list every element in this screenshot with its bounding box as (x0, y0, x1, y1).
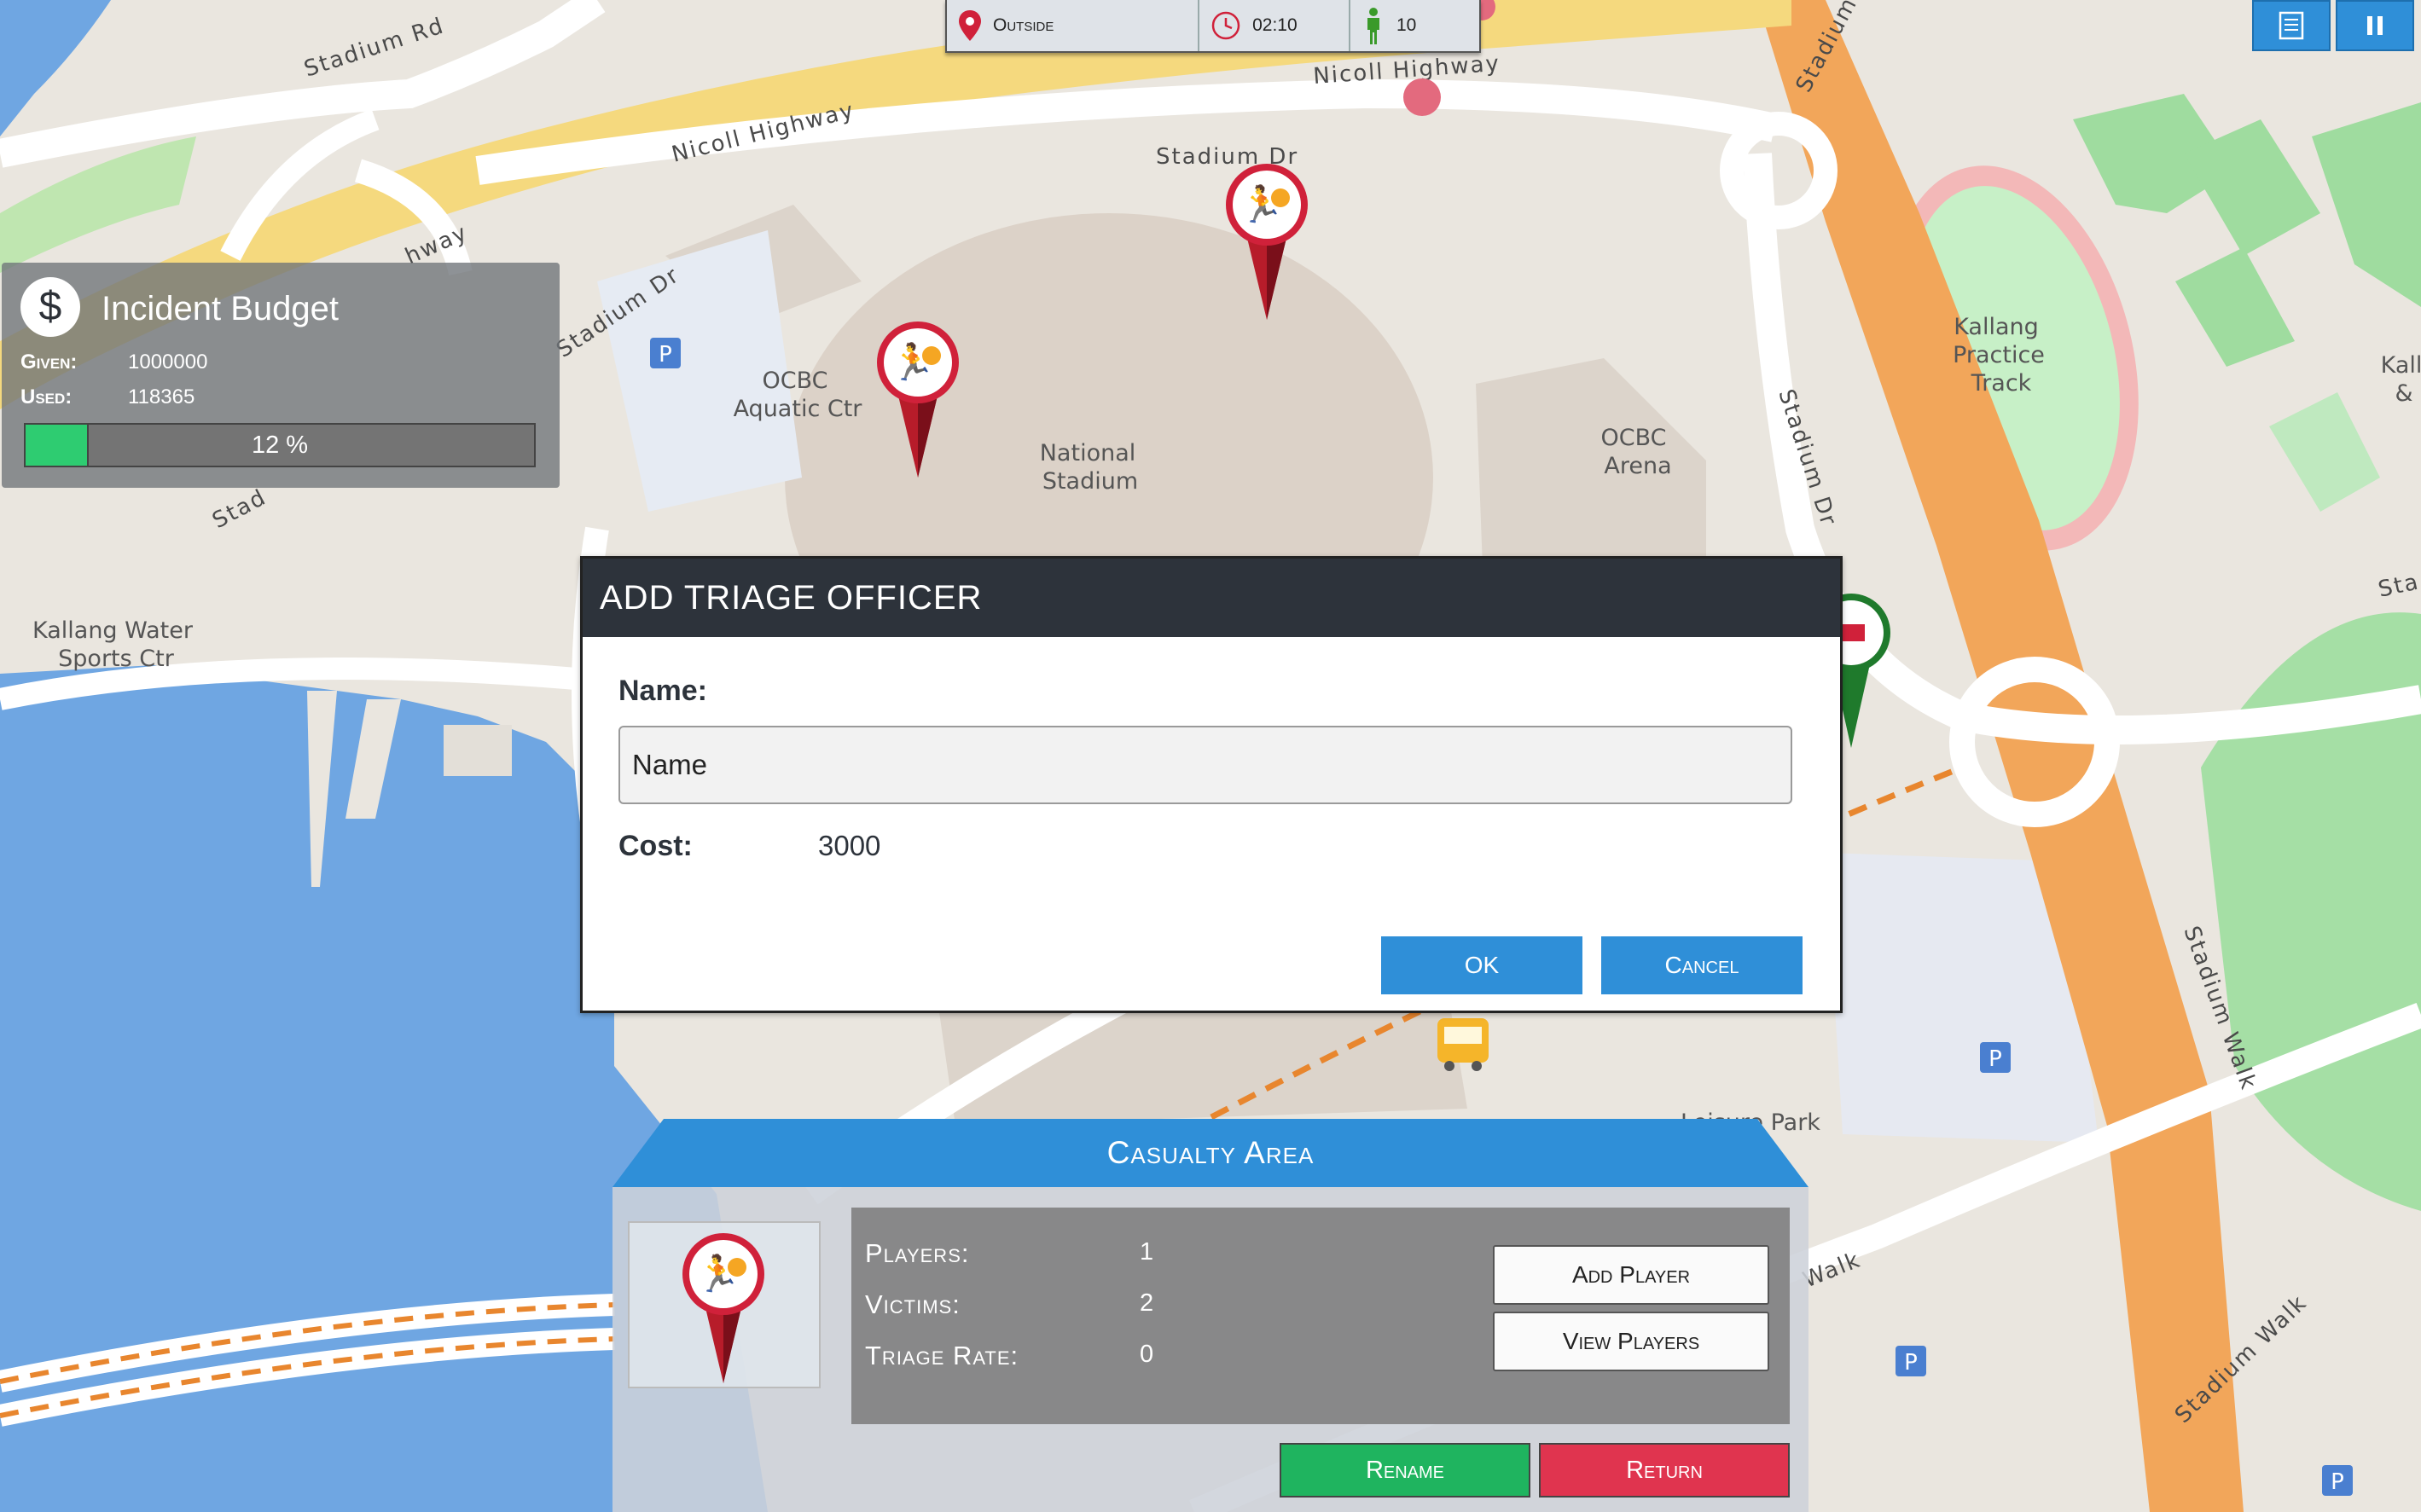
casualty-area-info: Players: 1 Victims: 2 Triage Rate: 0 Add… (851, 1208, 1790, 1424)
budget-given-value: 1000000 (128, 350, 208, 374)
map-label-national-stadium: Stadium (1042, 468, 1138, 495)
person-icon (1367, 8, 1379, 44)
incident-budget-panel: $ Incident Budget Given: 1000000 Used: 118… (2, 263, 560, 488)
budget-used-value: 118365 (128, 385, 195, 408)
document-icon (2279, 11, 2304, 40)
pause-button[interactable] (2336, 0, 2414, 51)
budget-given-label: Given: (20, 350, 78, 374)
budget-used-label: Used: (20, 385, 73, 408)
parking-icon: P (1896, 1346, 1926, 1376)
svg-text:P: P (659, 342, 672, 368)
players-label: Players: (865, 1238, 970, 1268)
view-players-button[interactable]: View Players (1493, 1312, 1769, 1371)
casualty-area-thumbnail: 🏃 (628, 1221, 821, 1388)
cancel-button[interactable]: Cancel (1601, 936, 1803, 994)
dollar-icon: $ (20, 277, 80, 337)
add-player-button[interactable]: Add Player (1493, 1245, 1769, 1305)
budget-used-row: Used: 118365 (20, 385, 194, 409)
budget-given-row: Given: 1000000 (20, 350, 207, 374)
map-label-kall-edge: Kall (2381, 352, 2421, 379)
victims-value: 2 (1140, 1289, 1154, 1317)
budget-title: Incident Budget (102, 290, 339, 327)
svg-text:P: P (1904, 1350, 1918, 1376)
map-label-ocbc-aquatic: OCBC (762, 368, 827, 394)
ok-button[interactable]: OK (1381, 936, 1582, 994)
map-label-practice: Practice (1953, 342, 2045, 368)
rename-button[interactable]: Rename (1280, 1443, 1530, 1498)
cost-label: Cost: (618, 830, 693, 862)
return-button[interactable]: Return (1539, 1443, 1790, 1498)
map-label-kallang: Kallang (1954, 314, 2039, 340)
status-location: Outside (947, 0, 1200, 51)
map-label-kall-edge-2: & (2395, 380, 2412, 407)
dialog-title: ADD TRIAGE OFFICER (583, 559, 1840, 637)
status-time: 02:10 (1199, 0, 1350, 51)
players-value: 1 (1140, 1238, 1154, 1266)
map-label-kallang-water: Kallang Water (32, 617, 194, 644)
map-label-arena: Arena (1604, 453, 1671, 479)
map-label-aquatic-ctr: Aquatic Ctr (734, 396, 863, 422)
map-label-national: National (1040, 440, 1136, 466)
map-label-track: Track (1971, 370, 2032, 397)
parking-icon: P (650, 338, 681, 368)
svg-text:P: P (1988, 1046, 2002, 1072)
clock-icon (1211, 11, 1240, 40)
log-button[interactable] (2252, 0, 2331, 51)
add-triage-officer-dialog: ADD TRIAGE OFFICER Name: Cost: 3000 OK C… (580, 556, 1843, 1013)
incident-marker-icon: 🏃 (682, 1233, 764, 1383)
pause-icon (2367, 16, 2383, 35)
status-time-text: 02:10 (1252, 15, 1298, 35)
parking-icon: P (1980, 1042, 2011, 1073)
casualty-area-header: Casualty Area (613, 1119, 1808, 1187)
cost-value: 3000 (818, 830, 881, 861)
casualty-area-panel: 🏃 Players: 1 Victims: 2 Triage Rate: 0 A… (613, 1187, 1808, 1512)
budget-progress-text: 12 % (251, 432, 309, 459)
name-label: Name: (618, 675, 707, 707)
triage-rate-value: 0 (1140, 1341, 1154, 1368)
status-bar: Outside 02:10 10 (945, 0, 1481, 53)
triage-rate-label: Triage Rate: (865, 1341, 1019, 1370)
status-location-text: Outside (993, 15, 1054, 35)
map-pin-icon (959, 10, 981, 41)
status-players-text: 10 (1396, 15, 1417, 35)
map-label-sports-ctr: Sports Ctr (58, 646, 175, 672)
parking-icon: P (2322, 1465, 2353, 1496)
status-players: 10 (1350, 0, 1479, 51)
map-label-ocbc-arena: OCBC (1600, 425, 1666, 451)
name-input[interactable] (618, 726, 1792, 804)
budget-progress-bar: 12 % (24, 423, 536, 467)
casualty-area-title: Casualty Area (1106, 1135, 1315, 1170)
victims-label: Victims: (865, 1289, 961, 1319)
svg-text:P: P (2331, 1469, 2344, 1495)
